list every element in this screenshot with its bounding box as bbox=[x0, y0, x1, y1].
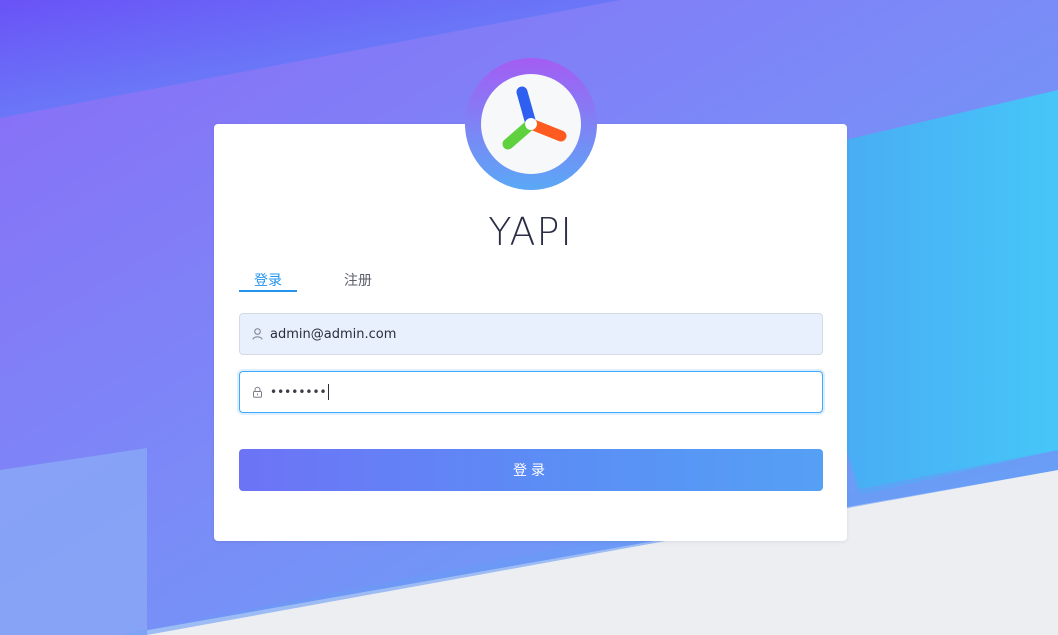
tab-login[interactable]: 登录 bbox=[239, 271, 297, 291]
yapi-logo-icon bbox=[465, 58, 597, 190]
app-title: YAPI bbox=[488, 210, 573, 254]
text-cursor bbox=[327, 384, 329, 400]
email-value: admin@admin.com bbox=[270, 326, 397, 342]
user-icon bbox=[251, 328, 263, 340]
active-tab-indicator bbox=[239, 290, 297, 292]
tab-register[interactable]: 注册 bbox=[329, 271, 387, 291]
password-value: •••••••• bbox=[270, 385, 327, 399]
login-button[interactable]: 登录 bbox=[239, 449, 823, 491]
password-field[interactable]: •••••••• bbox=[239, 371, 823, 413]
lock-icon bbox=[251, 386, 263, 398]
email-field[interactable]: admin@admin.com bbox=[239, 313, 823, 355]
